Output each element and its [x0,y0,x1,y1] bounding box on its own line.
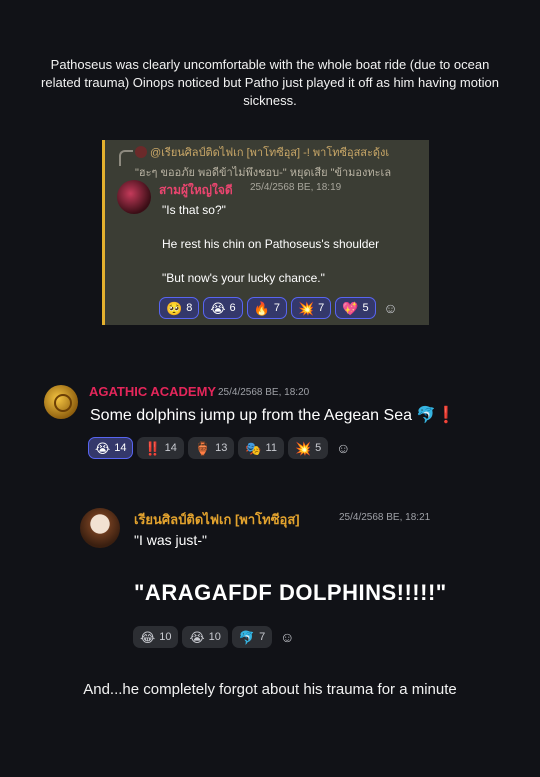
card-line-2: He rest his chin on Pathoseus's shoulder [162,237,380,251]
reply-preview-line2: "ฮะๆ ขออภัย พอดีข้าไม่พึงชอบ-" หยุดเสีย … [135,167,392,179]
reply-avatar [135,146,147,158]
card-line-1: "Is that so?" [162,203,226,217]
top-caption: Pathoseus was clearly uncomfortable with… [41,57,499,108]
reaction-dolphin[interactable]: 🐬 7 [231,626,273,648]
timestamp: 25/4/2568 BE, 18:20 [218,387,310,398]
reaction-sob[interactable]: 😭 14 [88,437,134,459]
message2-reactions: 😂 10 😭 10 🐬 7 ☺ [133,626,298,648]
author-name[interactable]: เรียนศิลป์ติดไฟเก [พาโทซีอุส] [134,509,300,530]
message1-reactions: 😭 14 ‼️ 14 🏺 13 🎭 11 💥 5 ☺ [88,437,354,459]
card-timestamp: 25/4/2568 BE, 18:19 [250,182,342,193]
reaction-pleading[interactable]: 🥺 8 [159,297,200,319]
embedded-message-card: @เรียนศิลป์ติดไฟเก [พาโทซีอุส] -! พาโทซี… [102,140,429,325]
add-reaction-icon[interactable]: ☺ [380,297,402,319]
reaction-sob[interactable]: 😭 6 [203,297,243,319]
reaction-custom-2[interactable]: 🎭 11 [238,437,284,459]
reply-connector [119,150,133,166]
timestamp: 25/4/2568 BE, 18:21 [339,512,431,523]
avatar[interactable] [80,508,120,548]
reaction-double-exclamation[interactable]: ‼️ 14 [137,437,184,459]
reaction-fire[interactable]: 🔥 7 [246,297,287,319]
message-text: "I was just-" [134,532,207,548]
reaction-joy[interactable]: 😂 10 [133,626,179,648]
reaction-custom-1[interactable]: 🏺 13 [187,437,235,459]
reply-author: @เรียนศิลป์ติดไฟเก [พาโทซีอุส] [150,147,301,159]
bottom-caption: And...he completely forgot about his tra… [83,681,457,698]
card-reactions: 🥺 8 😭 6 🔥 7 💥 7 💖 5 ☺ [159,297,402,319]
reaction-collision[interactable]: 💥 5 [287,437,329,459]
add-reaction-icon[interactable]: ☺ [332,437,354,459]
card-author[interactable]: สามผู้ใหญ่ใจดี [159,181,233,200]
reaction-heart[interactable]: 💖 5 [335,297,376,319]
author-name[interactable]: AGATHIC ACADEMY [89,384,216,399]
message-text: Some dolphins jump up from the Aegean Se… [90,407,457,424]
reply-preview-line1: -! พาโทซีอุสสะดุ้งเ [303,147,390,159]
shout-text: "ARAGAFDF DOLPHINS!!!!!" [134,580,447,605]
add-reaction-icon[interactable]: ☺ [276,626,298,648]
card-line-3: "But now's your lucky chance." [162,271,325,285]
reaction-sob[interactable]: 😭 10 [182,626,228,648]
reaction-collision[interactable]: 💥 7 [290,297,332,319]
avatar[interactable] [44,385,78,419]
reply-preview[interactable]: @เรียนศิลป์ติดไฟเก [พาโทซีอุส] -! พาโทซี… [135,143,391,181]
avatar[interactable] [117,180,151,214]
